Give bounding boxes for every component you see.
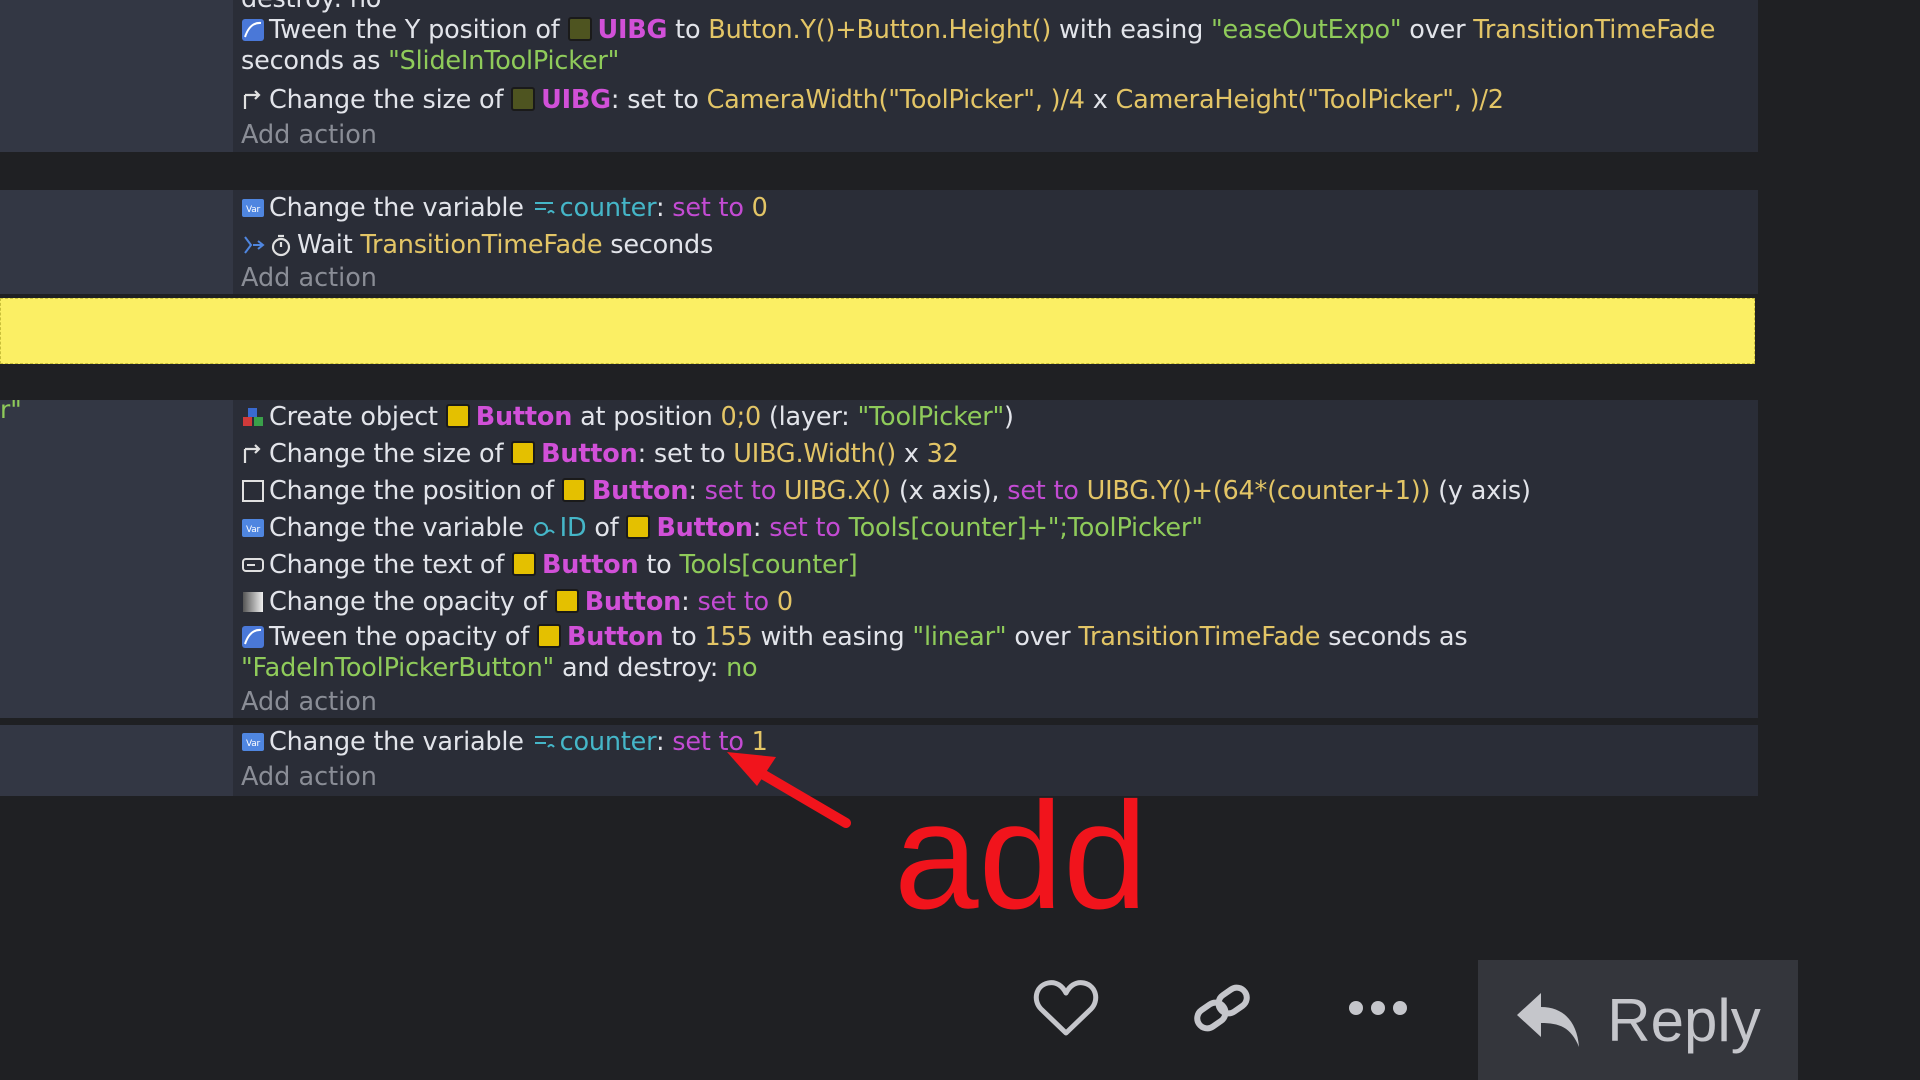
ellipsis-icon	[1349, 1001, 1407, 1015]
reply-label: Reply	[1607, 986, 1761, 1054]
more-options-button[interactable]	[1345, 972, 1411, 1044]
link-icon	[1194, 984, 1250, 1032]
reply-button[interactable]: Reply	[1478, 960, 1798, 1080]
heart-icon	[1033, 980, 1099, 1036]
copy-link-button[interactable]	[1186, 972, 1258, 1044]
reply-arrow-icon	[1517, 993, 1580, 1047]
like-button[interactable]	[1030, 972, 1102, 1044]
annotation-label: add	[894, 771, 1148, 941]
